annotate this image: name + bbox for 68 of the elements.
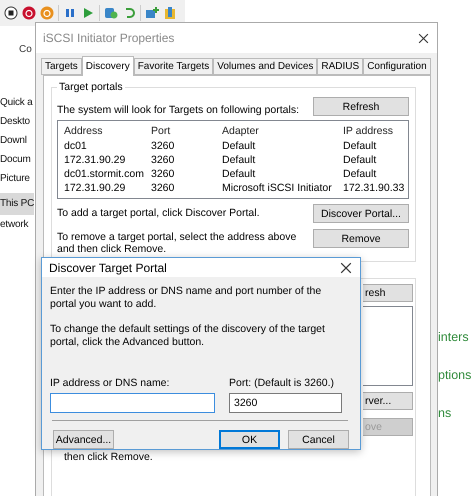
table-cell-text: Default [222,167,256,181]
tab[interactable]: RADIUS [317,58,364,75]
power-icon[interactable] [22,6,36,20]
tab[interactable]: Volumes and Devices [213,58,318,75]
nav-item[interactable]: etwork [0,215,28,234]
table-cell-text: 172.31.90.29 [64,153,126,167]
intro-text: Enter the IP address or DNS name and port number of the portal you want to add. [50,285,322,311]
column-header: Port [151,124,172,139]
remove-button[interactable]: Remove [313,229,409,248]
refresh-button[interactable]: Refresh [313,97,409,116]
table-cell-text: 3260 [151,153,176,167]
dialog-title: Discover Target Portal [49,260,167,274]
table-cell-text: 172.31.90.33 [343,181,406,195]
stop-icon[interactable] [4,6,18,20]
discover-portal-button[interactable]: Discover Portal... [313,204,409,223]
column-header: Address [64,124,104,139]
play-icon[interactable] [81,6,95,20]
ip-address-field[interactable] [50,393,215,413]
snapshot-icon[interactable] [104,6,118,20]
field-label: IP address or DNS name: [50,377,170,390]
table-cell-text: dc01 [64,139,88,153]
dialog-button[interactable]: Cancel [288,430,349,449]
add-icon[interactable] [145,6,159,20]
tab[interactable]: Targets [41,58,82,75]
table-cell-text: Default [343,167,378,181]
remove-hint: then click Remove. [64,451,153,464]
column-header: IP address [343,124,394,139]
table-cell-text: Microsoft iSCSI Initiator [222,181,333,195]
port-field[interactable]: 3260 [229,393,342,413]
nav-item[interactable]: Downl [0,131,27,150]
column-header: Adapter [222,124,260,139]
table-cell-text: dc01.stormit.com [64,167,145,181]
tab[interactable]: Configuration [363,58,431,75]
close-icon[interactable] [340,262,352,274]
pause-icon[interactable] [63,6,77,20]
field-label: Port: (Default is 3260.) [229,377,336,390]
table-cell-text: Default [343,139,378,153]
table-cell-text: 3260 [151,139,176,153]
table-cell-text: Default [343,153,378,167]
nav-item[interactable]: This PC [0,193,34,215]
table-cell-text: 3260 [151,181,176,195]
dialog-button[interactable]: OK [219,430,280,449]
add-hint: To add a target portal, click Discover Portal. [57,207,260,220]
window-title: iSCSI Initiator Properties [43,31,174,45]
table-cell-text: Default [222,139,256,153]
tab[interactable]: Discovery [82,56,134,76]
table-cell-text: Default [222,153,256,167]
table-cell-text: 172.31.90.29 [64,181,126,195]
nav-item[interactable]: Picture [0,169,30,188]
dialog-button[interactable]: Advanced... [53,430,114,449]
close-icon[interactable] [418,32,429,44]
description: The system will look for Targets on following portals: [57,104,299,117]
nav-item[interactable]: Docum [0,150,31,169]
box-icon[interactable] [163,6,177,20]
power-icon[interactable] [40,6,54,20]
tab[interactable]: Favorite Targets [134,58,214,75]
nav-item[interactable]: Deskto [0,112,30,131]
refresh-button[interactable]: resh [363,284,413,302]
table-cell-text: 3260 [151,167,176,181]
server-button[interactable]: rver... [363,392,413,410]
nav-item[interactable]: Quick a [0,93,33,112]
remove-hint: To remove a target portal, select the address above and then click Remove. [57,231,298,255]
link[interactable]: inters [438,330,472,344]
ribbon-tab[interactable]: Co [19,44,32,55]
advanced-hint: To change the default settings of the discovery of the target portal, click the Advanced button. [50,323,326,349]
link[interactable]: ptions [438,368,472,382]
link[interactable]: ns [438,406,472,420]
group-title: Target portals [57,81,125,93]
